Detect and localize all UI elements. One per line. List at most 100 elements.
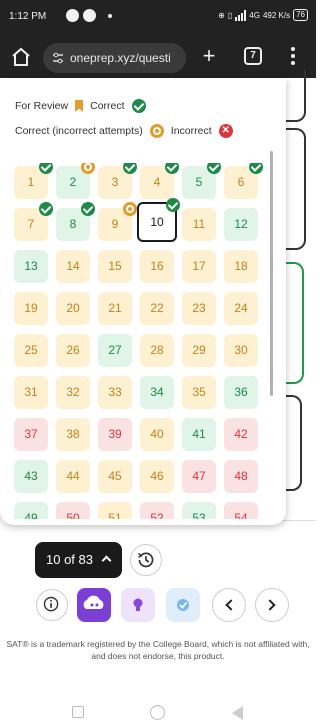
next-icon	[264, 599, 276, 611]
question-number: 11	[192, 217, 206, 231]
site-settings-icon[interactable]	[52, 52, 64, 64]
data-saver-icon: ⊕	[218, 10, 225, 20]
question-cell[interactable]: 20	[56, 292, 90, 325]
question-cell[interactable]: 25	[14, 334, 48, 367]
question-cell[interactable]: 15	[98, 250, 132, 283]
question-cell[interactable]: 51	[98, 502, 132, 519]
question-cell[interactable]: 52	[140, 502, 174, 519]
question-cell[interactable]: 10	[137, 198, 180, 242]
correct-check-icon	[249, 163, 263, 174]
question-cell[interactable]: 8	[56, 202, 95, 241]
info-button[interactable]	[36, 589, 68, 621]
question-cell[interactable]: 29	[182, 334, 216, 367]
question-cell[interactable]: 34	[140, 376, 174, 409]
question-cell[interactable]: 43	[14, 460, 48, 493]
question-cell[interactable]: 5	[182, 163, 221, 199]
question-number: 32	[66, 385, 80, 399]
browser-menu-icon[interactable]	[290, 47, 296, 67]
question-cell[interactable]: 49	[14, 502, 48, 519]
question-cell[interactable]: 22	[140, 292, 174, 325]
back-icon[interactable]	[232, 706, 243, 720]
question-number: 39	[108, 427, 122, 441]
chevron-up-icon	[101, 555, 112, 566]
correct-check-icon	[39, 202, 53, 216]
question-cell[interactable]: 38	[56, 418, 90, 451]
question-cell[interactable]: 41	[182, 418, 216, 451]
check-answer-button[interactable]	[166, 588, 200, 622]
question-navigator-button[interactable]: 10 of 83	[35, 542, 122, 578]
question-cell[interactable]: 46	[140, 460, 174, 493]
question-cell[interactable]: 6	[224, 163, 263, 199]
question-cell[interactable]: 50	[56, 502, 90, 519]
question-cell[interactable]: 27	[98, 334, 132, 367]
question-number: 35	[192, 385, 206, 399]
legend-incorrect: Incorrect	[170, 125, 212, 137]
question-number: 51	[108, 511, 122, 519]
question-cell[interactable]: 39	[98, 418, 132, 451]
grid-scrollbar[interactable]	[270, 151, 273, 396]
question-cell[interactable]: 36	[224, 376, 258, 409]
question-number: 8	[69, 217, 77, 231]
question-cell[interactable]: 18	[224, 250, 258, 283]
tab-switcher-button[interactable]: 7	[244, 47, 262, 65]
hint-button[interactable]	[121, 588, 155, 622]
question-cell[interactable]: 37	[14, 418, 48, 451]
question-number: 3	[111, 175, 119, 189]
question-cell[interactable]: 1	[14, 163, 53, 199]
question-cell[interactable]: 48	[224, 460, 258, 493]
question-cell[interactable]: 3	[98, 163, 137, 199]
ai-assistant-button[interactable]	[77, 588, 111, 622]
question-cell[interactable]: 53	[182, 502, 216, 519]
url-bar[interactable]: oneprep.xyz/questi	[43, 43, 186, 73]
question-number: 45	[108, 469, 122, 483]
correct-check-icon	[166, 198, 180, 212]
next-question-button[interactable]	[255, 588, 289, 622]
question-cell[interactable]: 4	[140, 163, 179, 199]
home-nav-icon[interactable]	[150, 705, 165, 720]
question-cell[interactable]: 14	[56, 250, 90, 283]
question-number: 25	[24, 343, 38, 357]
question-number: 7	[27, 217, 35, 231]
question-cell[interactable]: 26	[56, 334, 90, 367]
question-cell[interactable]: 7	[14, 202, 53, 241]
question-cell[interactable]: 44	[56, 460, 90, 493]
question-cell[interactable]: 11	[182, 208, 216, 241]
question-cell[interactable]: 47	[182, 460, 216, 493]
question-cell[interactable]: 40	[140, 418, 174, 451]
home-icon[interactable]	[10, 46, 32, 68]
question-cell[interactable]: 24	[224, 292, 258, 325]
hint-lightbulb-icon	[133, 598, 143, 611]
question-cell[interactable]: 33	[98, 376, 132, 409]
question-number: 10	[150, 215, 164, 229]
new-tab-icon[interactable]: +	[199, 45, 219, 67]
question-cell[interactable]: 9	[98, 202, 137, 241]
history-button[interactable]	[130, 544, 162, 576]
question-cell[interactable]: 19	[14, 292, 48, 325]
question-cell[interactable]: 12	[224, 208, 258, 241]
android-nav-bar	[0, 705, 316, 720]
question-cell[interactable]: 2	[56, 163, 95, 199]
question-cell[interactable]: 32	[56, 376, 90, 409]
question-number: 53	[192, 511, 206, 519]
question-cell[interactable]: 17	[182, 250, 216, 283]
history-icon	[138, 552, 154, 568]
previous-icon	[225, 599, 237, 611]
question-cell[interactable]: 54	[224, 502, 258, 519]
whatsapp-icon	[83, 9, 96, 22]
question-cell[interactable]: 31	[14, 376, 48, 409]
question-number: 16	[150, 259, 164, 273]
previous-question-button[interactable]	[212, 588, 246, 622]
question-cell[interactable]: 21	[98, 292, 132, 325]
question-cell[interactable]: 23	[182, 292, 216, 325]
question-cell[interactable]: 42	[224, 418, 258, 451]
question-cell[interactable]: 35	[182, 376, 216, 409]
question-number: 33	[108, 385, 122, 399]
recents-icon[interactable]	[72, 706, 84, 718]
question-cell[interactable]: 45	[98, 460, 132, 493]
incorrect-x-icon: ✕	[218, 124, 233, 138]
question-cell[interactable]: 13	[14, 250, 48, 283]
question-cell[interactable]: 28	[140, 334, 174, 367]
question-number: 15	[108, 259, 122, 273]
question-cell[interactable]: 16	[140, 250, 174, 283]
question-cell[interactable]: 30	[224, 334, 258, 367]
